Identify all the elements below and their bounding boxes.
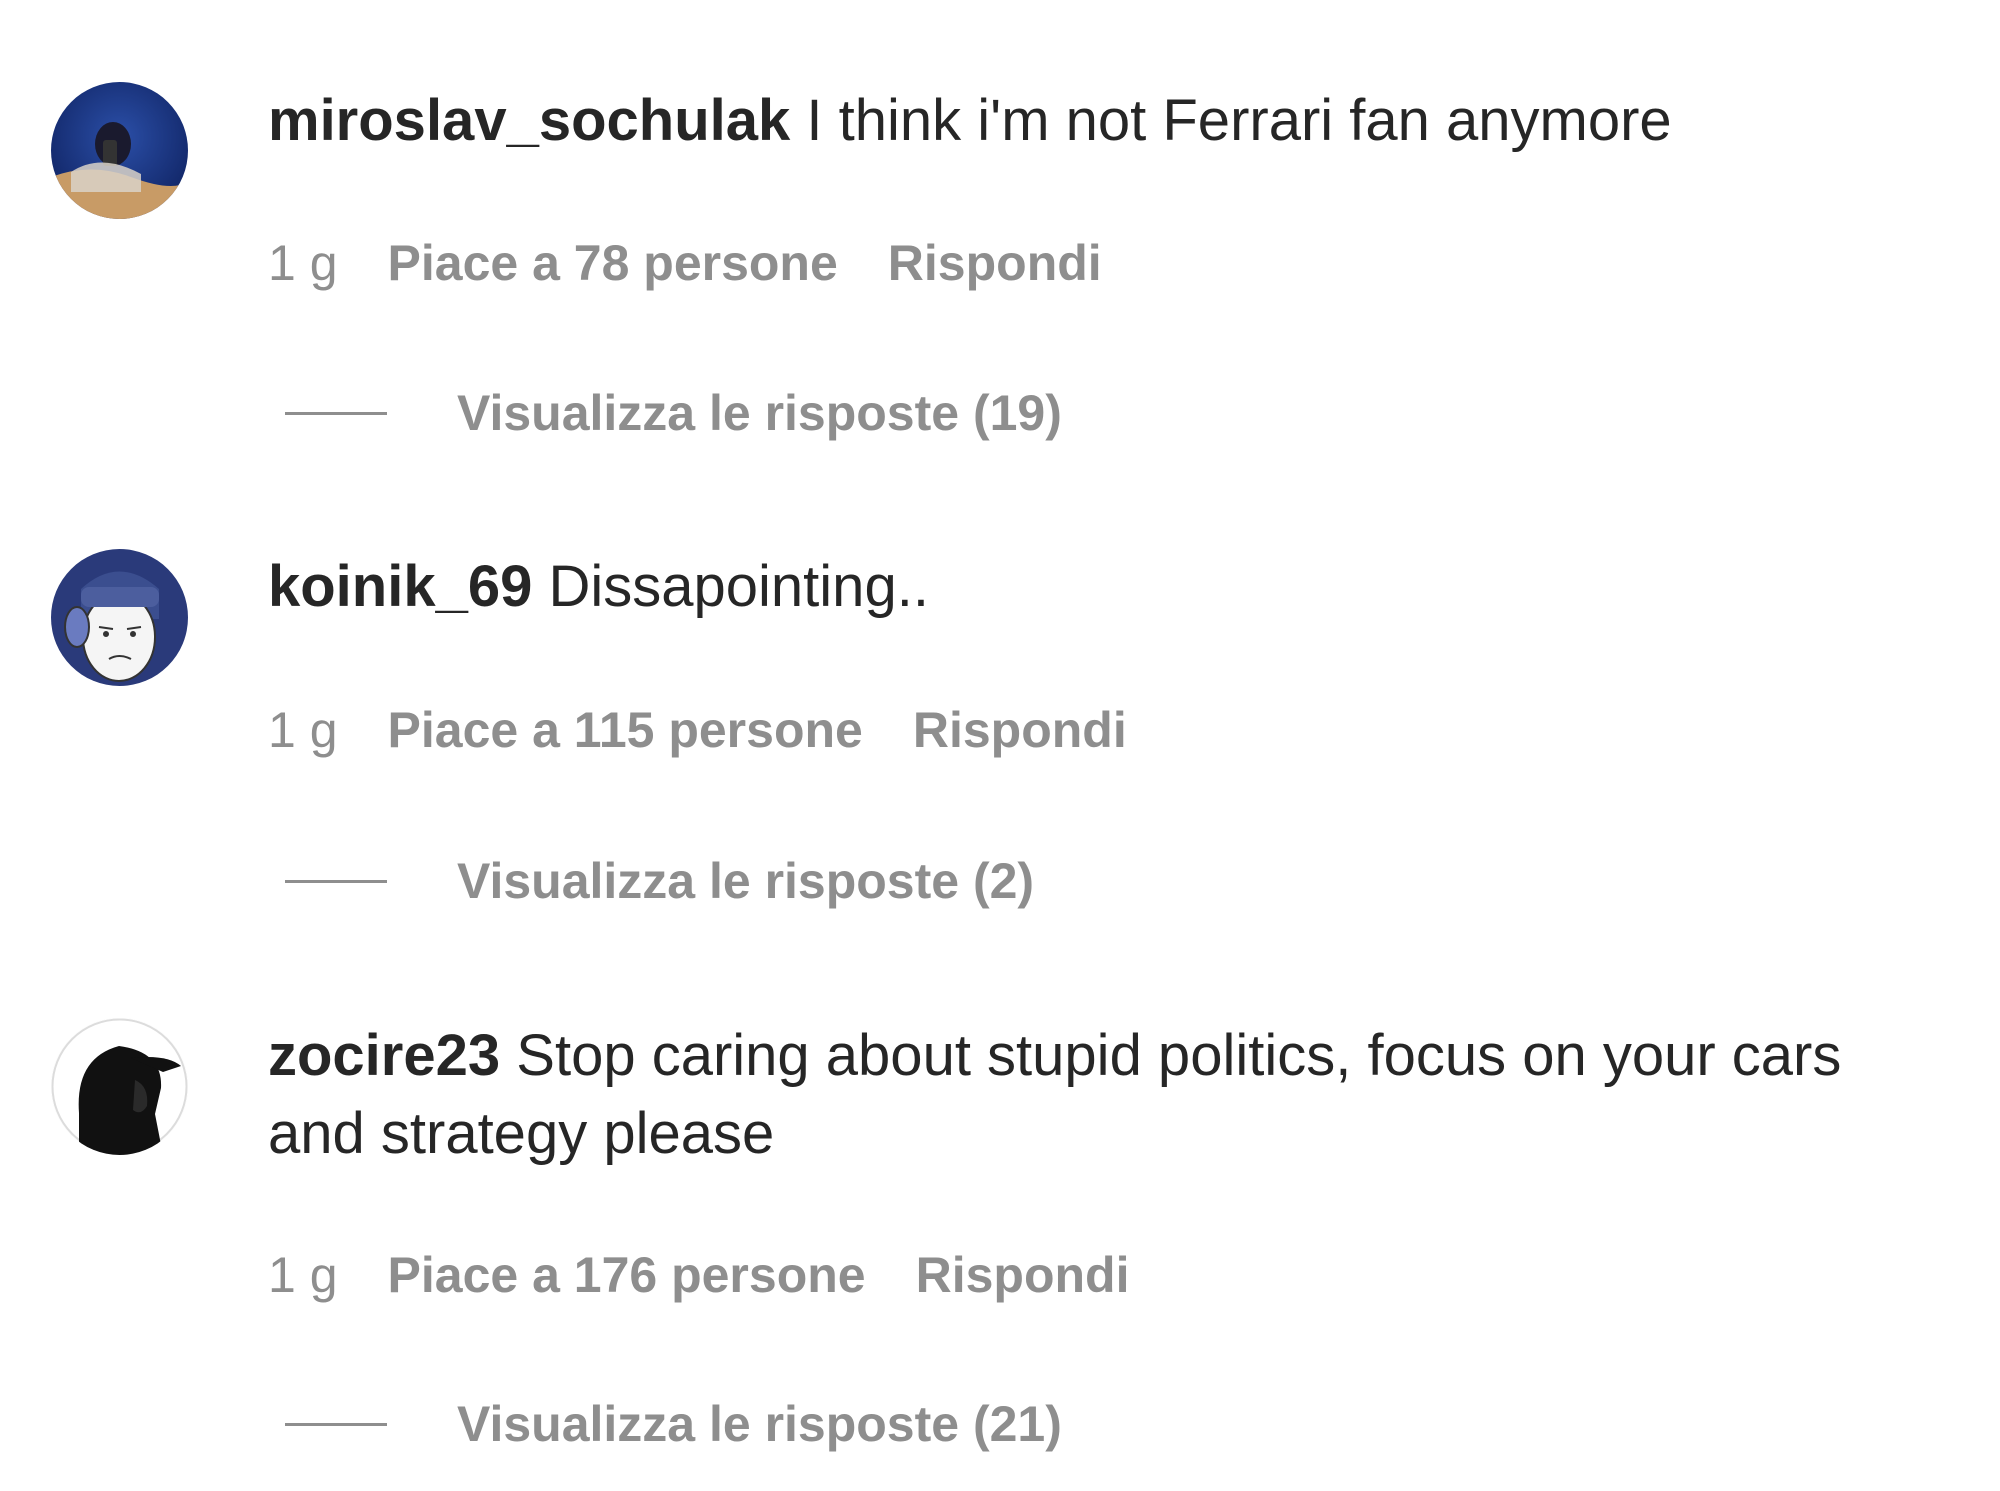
reply-button[interactable]: Rispondi — [916, 1245, 1130, 1305]
replies-divider-line — [285, 411, 387, 415]
view-replies-button[interactable]: Visualizza le risposte (2) — [285, 851, 1034, 911]
avatar-photo-icon — [51, 82, 188, 219]
comment-username[interactable]: koinik_69 — [268, 554, 532, 619]
comment-text-block: koinik_69 Dissapointing.. — [268, 548, 1908, 626]
view-replies-label: Visualizza le risposte (19) — [457, 385, 1062, 441]
replies-divider-line — [285, 879, 387, 883]
comments-list: miroslav_sochulak I think i'm not Ferrar… — [0, 0, 2000, 1491]
reply-button[interactable]: Rispondi — [888, 233, 1102, 293]
view-replies-label: Visualizza le risposte (2) — [457, 853, 1035, 909]
comment-likes[interactable]: Piace a 176 persone — [388, 1245, 866, 1305]
comment-meta: 1 g Piace a 78 persone Rispondi — [268, 233, 1152, 293]
view-replies-button[interactable]: Visualizza le risposte (21) — [285, 1394, 1062, 1454]
comment-time: 1 g — [268, 702, 338, 758]
view-replies-button[interactable]: Visualizza le risposte (19) — [285, 383, 1062, 443]
comment-text-block: miroslav_sochulak I think i'm not Ferrar… — [268, 82, 1908, 160]
avatar[interactable] — [51, 549, 188, 686]
comment-time: 1 g — [268, 235, 338, 291]
view-replies-label: Visualizza le risposte (21) — [457, 1396, 1062, 1452]
comment-username[interactable]: zocire23 — [268, 1023, 500, 1088]
avatar-cartoon-icon — [51, 549, 188, 686]
comment-likes[interactable]: Piace a 78 persone — [388, 233, 838, 293]
comment-text: I think i'm not Ferrari fan anymore — [806, 88, 1672, 153]
avatar-silhouette-icon — [51, 1018, 188, 1155]
reply-button[interactable]: Rispondi — [913, 700, 1127, 760]
comment-username[interactable]: miroslav_sochulak — [268, 88, 790, 153]
replies-divider-line — [285, 1422, 387, 1426]
comment-text: Dissapointing.. — [548, 554, 929, 619]
comment-time: 1 g — [268, 1247, 338, 1303]
avatar[interactable] — [51, 82, 188, 219]
comment-text: Stop caring about stupid politics, focus… — [268, 1023, 1842, 1166]
avatar[interactable] — [51, 1018, 188, 1155]
comment-likes[interactable]: Piace a 115 persone — [388, 700, 863, 760]
comment-meta: 1 g Piace a 115 persone Rispondi — [268, 700, 1177, 760]
comment-meta: 1 g Piace a 176 persone Rispondi — [268, 1245, 1179, 1305]
comment-text-block: zocire23 Stop caring about stupid politi… — [268, 1017, 1908, 1173]
